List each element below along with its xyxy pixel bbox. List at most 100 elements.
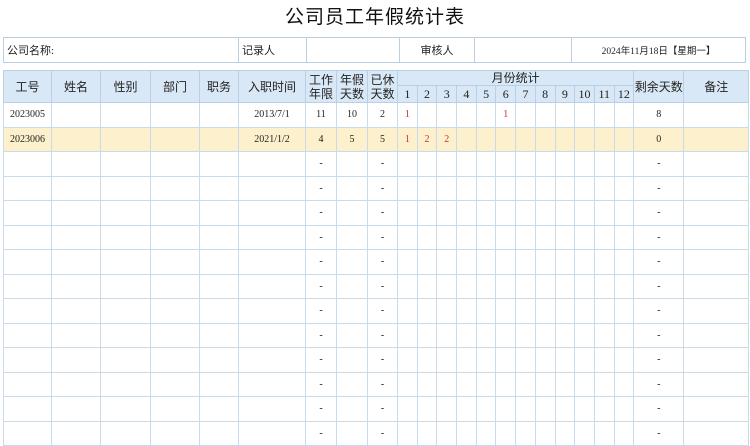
cell-month[interactable]: [574, 200, 595, 226]
cell-month[interactable]: [554, 273, 576, 299]
cell-hire-date[interactable]: [238, 371, 306, 397]
cell-month[interactable]: [515, 347, 536, 373]
cell-month[interactable]: [436, 273, 458, 299]
cell-emp-id[interactable]: 2023006: [3, 126, 52, 152]
cell-month[interactable]: [593, 322, 615, 348]
cell-month[interactable]: [397, 371, 418, 397]
cell-position[interactable]: [199, 371, 239, 397]
cell-month[interactable]: [436, 200, 458, 226]
cell-remaining[interactable]: -: [633, 273, 685, 299]
cell-hire-date[interactable]: [238, 273, 306, 299]
cell-emp-id[interactable]: [3, 273, 52, 299]
cell-used-days[interactable]: 5: [367, 126, 398, 152]
cell-month[interactable]: 2: [416, 126, 438, 152]
cell-annual-days[interactable]: [336, 175, 368, 201]
cell-month[interactable]: [436, 322, 458, 348]
cell-remaining[interactable]: 0: [633, 126, 685, 152]
cell-remaining[interactable]: -: [633, 371, 685, 397]
cell-month[interactable]: [613, 151, 635, 177]
cell-month[interactable]: [593, 396, 615, 422]
cell-month[interactable]: [515, 102, 536, 128]
cell-month[interactable]: [515, 298, 536, 324]
cell-month[interactable]: [416, 249, 438, 275]
cell-gender[interactable]: [100, 200, 151, 226]
cell-notes[interactable]: [683, 175, 750, 201]
cell-month[interactable]: [475, 200, 497, 226]
cell-emp-id[interactable]: [3, 322, 52, 348]
cell-annual-days[interactable]: 10: [336, 102, 368, 128]
cell-month[interactable]: [613, 126, 635, 152]
cell-month[interactable]: [613, 102, 635, 128]
cell-month[interactable]: [534, 371, 556, 397]
cell-annual-days[interactable]: [336, 224, 368, 250]
cell-month[interactable]: [593, 224, 615, 250]
cell-hire-date[interactable]: [238, 151, 306, 177]
cell-remaining[interactable]: -: [633, 224, 685, 250]
cell-month[interactable]: [416, 371, 438, 397]
cell-annual-days[interactable]: [336, 371, 368, 397]
cell-month[interactable]: [613, 200, 635, 226]
cell-notes[interactable]: [683, 200, 750, 226]
cell-month[interactable]: [456, 298, 477, 324]
cell-month[interactable]: [534, 273, 556, 299]
recorder-value[interactable]: [306, 37, 400, 63]
cell-name[interactable]: [51, 151, 101, 177]
cell-position[interactable]: [199, 102, 239, 128]
cell-hire-date[interactable]: [238, 175, 306, 201]
cell-annual-days[interactable]: 5: [336, 126, 368, 152]
cell-month[interactable]: [495, 224, 517, 250]
cell-month[interactable]: [475, 420, 497, 446]
cell-month[interactable]: [397, 322, 418, 348]
cell-used-days[interactable]: -: [367, 371, 398, 397]
cell-dept[interactable]: [150, 126, 200, 152]
cell-month[interactable]: [613, 420, 635, 446]
cell-month[interactable]: [554, 102, 576, 128]
cell-month[interactable]: [593, 347, 615, 373]
cell-month[interactable]: [495, 396, 517, 422]
cell-work-years[interactable]: -: [305, 175, 337, 201]
cell-work-years[interactable]: -: [305, 420, 337, 446]
cell-notes[interactable]: [683, 298, 750, 324]
cell-hire-date[interactable]: [238, 322, 306, 348]
cell-month[interactable]: [515, 322, 536, 348]
cell-month[interactable]: [593, 420, 615, 446]
cell-remaining[interactable]: -: [633, 200, 685, 226]
cell-month[interactable]: [475, 126, 497, 152]
cell-month[interactable]: [436, 298, 458, 324]
cell-month[interactable]: [397, 298, 418, 324]
cell-month[interactable]: [397, 347, 418, 373]
cell-hire-date[interactable]: 2021/1/2: [238, 126, 306, 152]
cell-month[interactable]: [436, 249, 458, 275]
cell-name[interactable]: [51, 200, 101, 226]
cell-position[interactable]: [199, 420, 239, 446]
cell-hire-date[interactable]: [238, 420, 306, 446]
cell-used-days[interactable]: -: [367, 175, 398, 201]
cell-position[interactable]: [199, 175, 239, 201]
cell-month[interactable]: [554, 200, 576, 226]
cell-month[interactable]: [416, 273, 438, 299]
cell-month[interactable]: [554, 175, 576, 201]
cell-month[interactable]: [534, 396, 556, 422]
cell-month[interactable]: 1: [397, 102, 418, 128]
cell-month[interactable]: [554, 420, 576, 446]
cell-annual-days[interactable]: [336, 396, 368, 422]
cell-remaining[interactable]: -: [633, 396, 685, 422]
cell-dept[interactable]: [150, 420, 200, 446]
cell-used-days[interactable]: -: [367, 151, 398, 177]
cell-month[interactable]: [593, 151, 615, 177]
cell-month[interactable]: [397, 420, 418, 446]
cell-work-years[interactable]: -: [305, 396, 337, 422]
cell-month[interactable]: [436, 396, 458, 422]
cell-month[interactable]: [515, 273, 536, 299]
cell-gender[interactable]: [100, 151, 151, 177]
cell-work-years[interactable]: 4: [305, 126, 337, 152]
cell-remaining[interactable]: -: [633, 322, 685, 348]
cell-month[interactable]: [534, 420, 556, 446]
cell-month[interactable]: [593, 298, 615, 324]
cell-emp-id[interactable]: [3, 298, 52, 324]
cell-position[interactable]: [199, 273, 239, 299]
cell-position[interactable]: [199, 322, 239, 348]
cell-annual-days[interactable]: [336, 322, 368, 348]
cell-position[interactable]: [199, 200, 239, 226]
cell-month[interactable]: [436, 102, 458, 128]
